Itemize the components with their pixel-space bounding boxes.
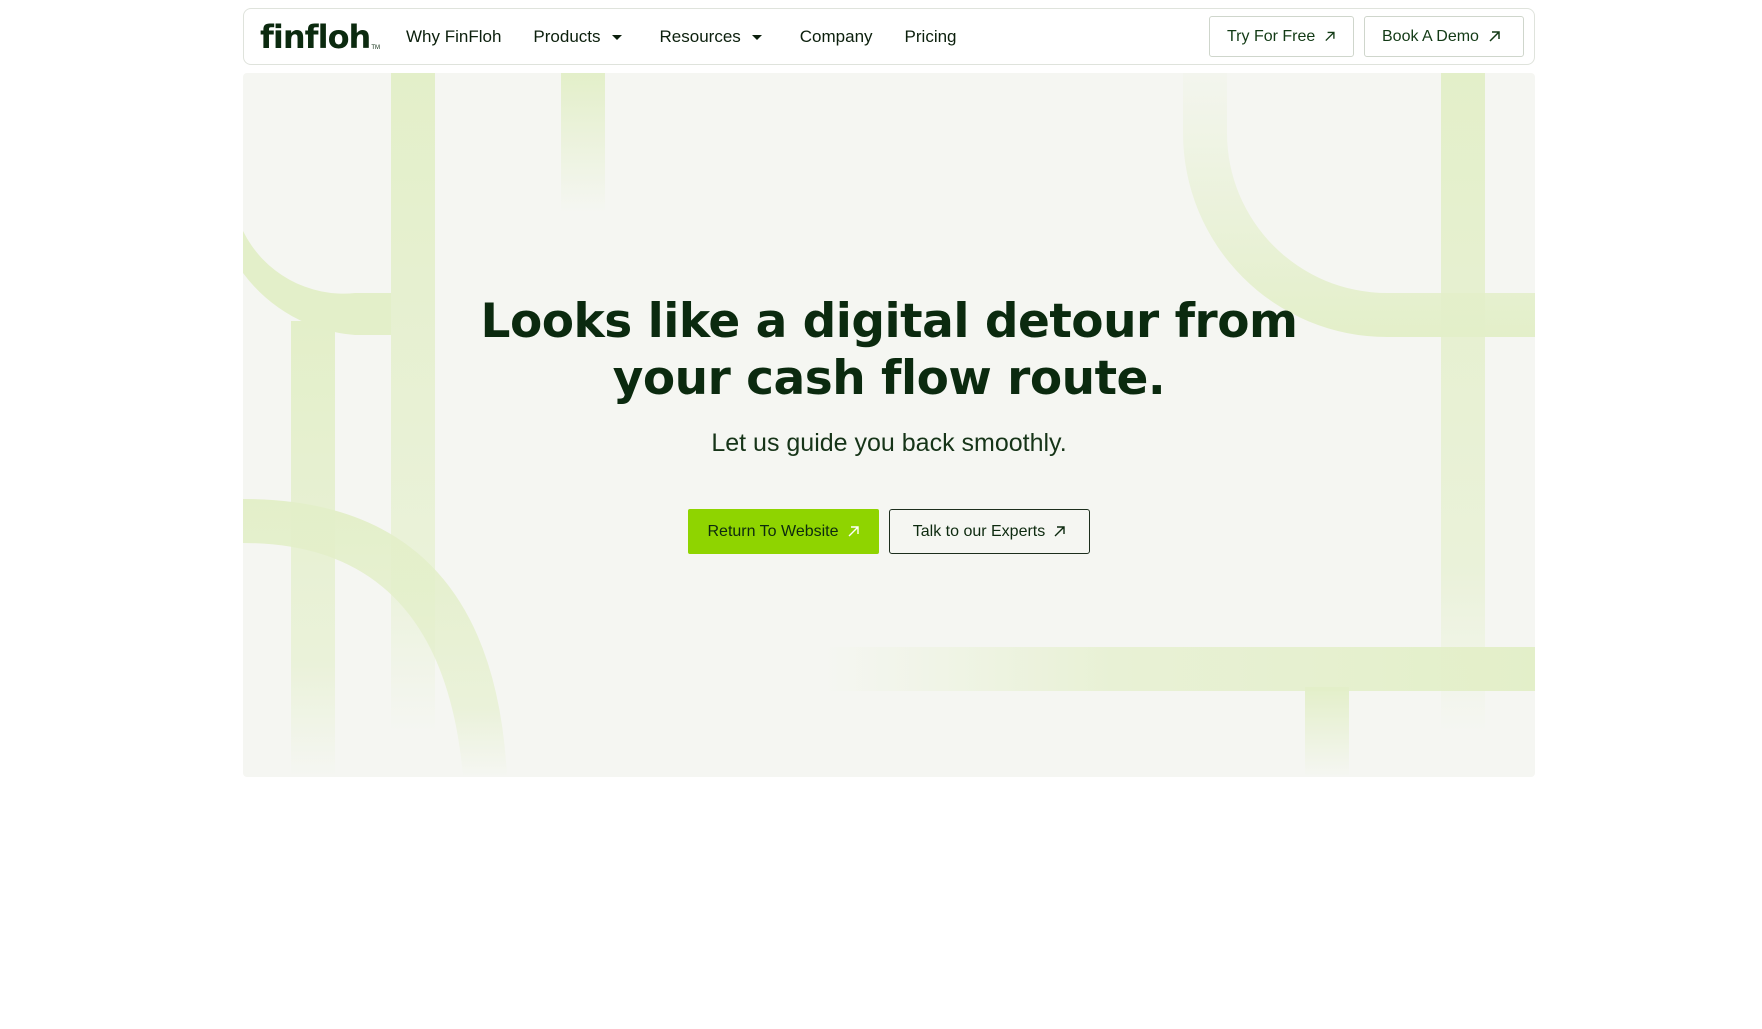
return-to-website-label: Return To Website [707,522,839,540]
finfloh-logo[interactable]: finfloh TM [260,17,380,57]
nav-item-products[interactable]: Products [533,26,622,47]
nav-item-why-finfloh[interactable]: Why FinFloh [406,27,501,47]
page-subheadline: Let us guide you back smoothly. [711,429,1067,457]
arrow-up-right-icon [1489,31,1500,42]
primary-nav: Why FinFloh Products Resources Company P… [406,9,989,64]
top-navbar: finfloh TM Why FinFloh Products Resource… [243,8,1535,65]
nav-item-label: Company [799,26,873,46]
nav-item-label: Why FinFloh [406,26,502,46]
return-to-website-button[interactable]: Return To Website [688,509,879,554]
nav-item-resources[interactable]: Resources [660,27,762,47]
try-for-free-button[interactable]: Try For Free [1209,16,1354,57]
caret-down-icon [611,35,622,40]
nav-actions: Try For Free Book A Demo [1209,16,1524,57]
page-headline: Looks like a digital detour from your ca… [243,293,1535,407]
logo-trademark: TM [371,44,380,51]
caret-down-icon [751,35,762,40]
nav-item-label: Products [533,26,601,46]
nav-item-label: Pricing [904,26,957,46]
decorative-route-lines [243,73,1535,777]
talk-to-experts-label: Talk to our Experts [912,522,1046,540]
nav-item-label: Resources [659,26,741,46]
try-for-free-label: Try For Free [1227,27,1316,45]
error-hero: Looks like a digital detour from your ca… [243,73,1535,777]
arrow-up-right-icon [1054,526,1065,537]
book-a-demo-label: Book A Demo [1382,27,1479,45]
headline-line-1: Looks like a digital detour from [480,294,1299,349]
nav-item-company[interactable]: Company [800,27,873,47]
cta-row: Return To Website Talk to our Experts [243,509,1535,554]
headline-line-2: your cash flow route. [612,351,1166,406]
talk-to-experts-button[interactable]: Talk to our Experts [889,509,1090,554]
book-a-demo-button[interactable]: Book A Demo [1364,16,1524,57]
nav-item-pricing[interactable]: Pricing [905,27,957,47]
arrow-up-right-icon [1325,31,1335,42]
logo-wordmark: finfloh [260,17,371,56]
arrow-up-right-icon [848,526,859,537]
